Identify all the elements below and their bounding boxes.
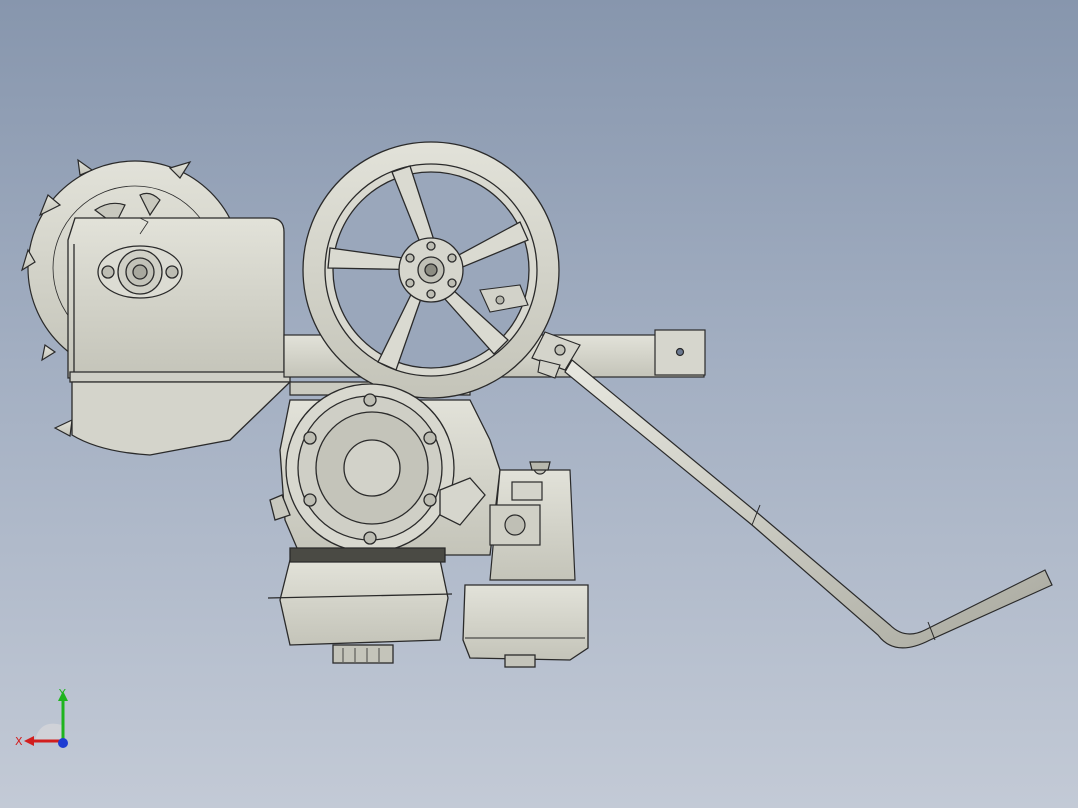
x-axis-label: X (15, 735, 23, 748)
rear-housing (67, 217, 292, 456)
coordinate-triad: Y X (15, 687, 68, 748)
cad-viewport[interactable]: Y X (0, 0, 1078, 808)
z-axis-icon (58, 738, 68, 748)
fuel-tank (267, 547, 453, 664)
machine-model[interactable] (0, 0, 1078, 808)
spoked-wheel (302, 141, 560, 399)
y-axis-label: Y (58, 687, 66, 700)
engine-block (269, 383, 501, 556)
triad-plane-icon (35, 723, 65, 740)
handle-lever (531, 331, 1053, 649)
lower-gearbox (462, 584, 589, 668)
carburetor (489, 461, 576, 581)
